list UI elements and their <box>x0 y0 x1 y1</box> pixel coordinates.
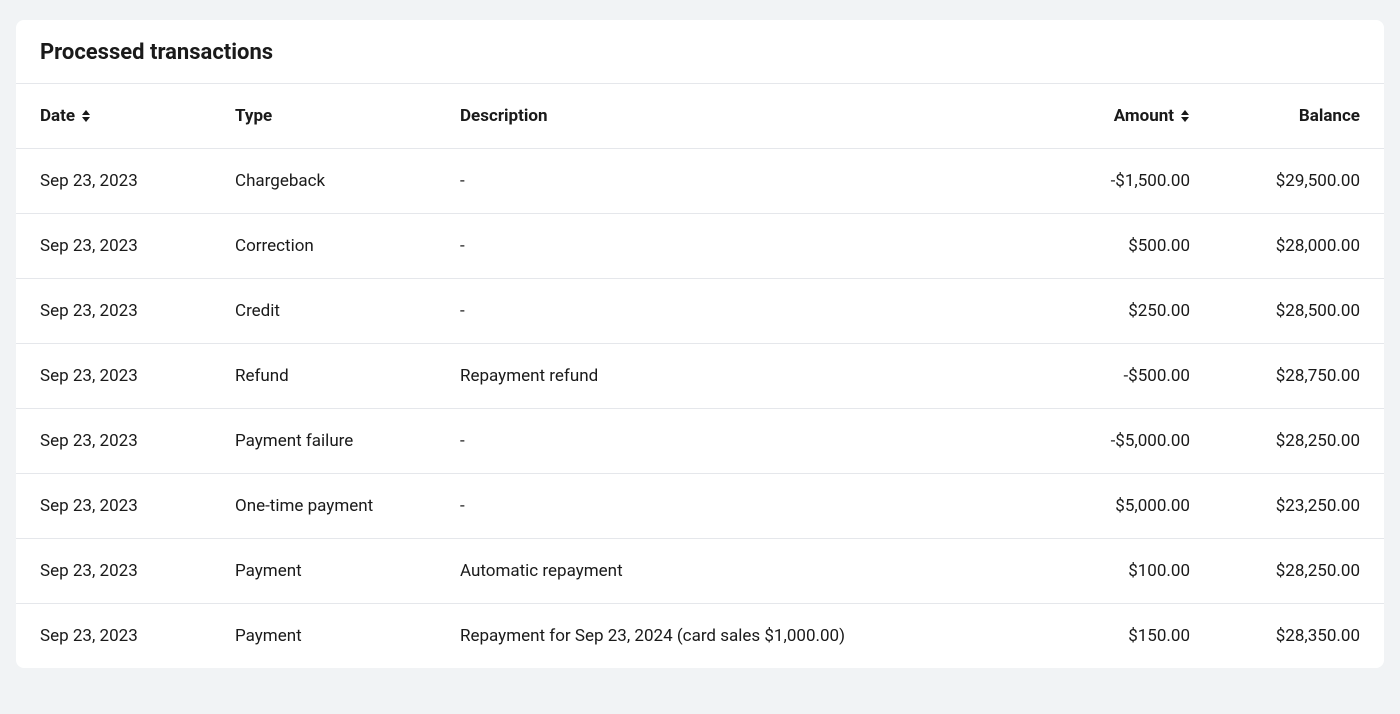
cell-amount: $500.00 <box>1024 214 1214 279</box>
column-header-balance-label: Balance <box>1299 106 1360 126</box>
table-row[interactable]: Sep 23, 2023Payment failure--$5,000.00$2… <box>16 409 1384 474</box>
cell-balance: $28,250.00 <box>1214 409 1384 474</box>
table-row[interactable]: Sep 23, 2023Correction-$500.00$28,000.00 <box>16 214 1384 279</box>
cell-balance: $28,500.00 <box>1214 279 1384 344</box>
cell-date: Sep 23, 2023 <box>16 214 211 279</box>
cell-amount: -$5,000.00 <box>1024 409 1214 474</box>
cell-type: Chargeback <box>211 149 436 214</box>
cell-date: Sep 23, 2023 <box>16 344 211 409</box>
cell-type: Payment failure <box>211 409 436 474</box>
table-row[interactable]: Sep 23, 2023RefundRepayment refund-$500.… <box>16 344 1384 409</box>
cell-date: Sep 23, 2023 <box>16 474 211 539</box>
sort-icon <box>81 110 91 122</box>
cell-balance: $28,250.00 <box>1214 539 1384 604</box>
cell-description: - <box>436 279 1024 344</box>
transactions-table: Date Type Description Amount <box>16 83 1384 668</box>
table-row[interactable]: Sep 23, 2023PaymentRepayment for Sep 23,… <box>16 604 1384 669</box>
cell-description: Repayment refund <box>436 344 1024 409</box>
cell-type: Payment <box>211 604 436 669</box>
table-row[interactable]: Sep 23, 2023Credit-$250.00$28,500.00 <box>16 279 1384 344</box>
cell-amount: $150.00 <box>1024 604 1214 669</box>
cell-description: - <box>436 474 1024 539</box>
cell-balance: $28,350.00 <box>1214 604 1384 669</box>
cell-type: Refund <box>211 344 436 409</box>
column-header-type[interactable]: Type <box>211 84 436 149</box>
cell-date: Sep 23, 2023 <box>16 279 211 344</box>
cell-type: One-time payment <box>211 474 436 539</box>
cell-description: Automatic repayment <box>436 539 1024 604</box>
column-header-date-label: Date <box>40 106 75 126</box>
cell-balance: $28,750.00 <box>1214 344 1384 409</box>
cell-description: - <box>436 409 1024 474</box>
cell-description: - <box>436 214 1024 279</box>
cell-type: Payment <box>211 539 436 604</box>
cell-amount: $5,000.00 <box>1024 474 1214 539</box>
cell-date: Sep 23, 2023 <box>16 409 211 474</box>
cell-description: Repayment for Sep 23, 2024 (card sales $… <box>436 604 1024 669</box>
column-header-amount[interactable]: Amount <box>1024 84 1214 149</box>
cell-balance: $23,250.00 <box>1214 474 1384 539</box>
table-header-row: Date Type Description Amount <box>16 84 1384 149</box>
column-header-amount-label: Amount <box>1114 106 1174 126</box>
cell-balance: $28,000.00 <box>1214 214 1384 279</box>
cell-amount: -$500.00 <box>1024 344 1214 409</box>
cell-amount: $250.00 <box>1024 279 1214 344</box>
card-title: Processed transactions <box>40 40 1360 65</box>
cell-date: Sep 23, 2023 <box>16 149 211 214</box>
table-row[interactable]: Sep 23, 2023PaymentAutomatic repayment$1… <box>16 539 1384 604</box>
cell-date: Sep 23, 2023 <box>16 539 211 604</box>
column-header-date[interactable]: Date <box>16 84 211 149</box>
cell-type: Correction <box>211 214 436 279</box>
column-header-description[interactable]: Description <box>436 84 1024 149</box>
cell-type: Credit <box>211 279 436 344</box>
column-header-description-label: Description <box>460 106 547 126</box>
cell-amount: -$1,500.00 <box>1024 149 1214 214</box>
table-row[interactable]: Sep 23, 2023Chargeback--$1,500.00$29,500… <box>16 149 1384 214</box>
cell-balance: $29,500.00 <box>1214 149 1384 214</box>
cell-amount: $100.00 <box>1024 539 1214 604</box>
table-row[interactable]: Sep 23, 2023One-time payment-$5,000.00$2… <box>16 474 1384 539</box>
column-header-type-label: Type <box>235 106 272 126</box>
cell-date: Sep 23, 2023 <box>16 604 211 669</box>
cell-description: - <box>436 149 1024 214</box>
sort-icon <box>1180 110 1190 122</box>
table-body: Sep 23, 2023Chargeback--$1,500.00$29,500… <box>16 149 1384 669</box>
card-header: Processed transactions <box>16 20 1384 83</box>
column-header-balance[interactable]: Balance <box>1214 84 1384 149</box>
transactions-card: Processed transactions Date Type <box>16 20 1384 668</box>
